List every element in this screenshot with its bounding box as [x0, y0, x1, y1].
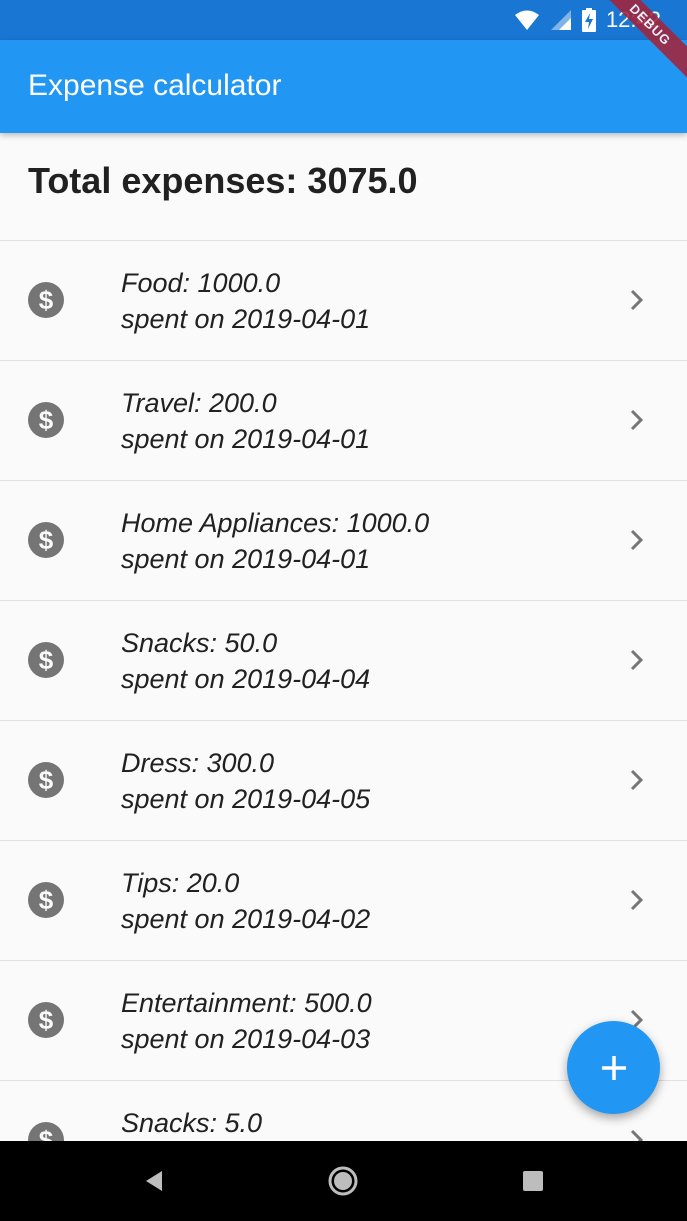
- status-bar: 12:42: [0, 0, 687, 40]
- list-items: $ Food: 1000.0 spent on 2019-04-01 $ Tra…: [0, 240, 687, 1141]
- expense-list-item[interactable]: $ Snacks: 50.0 spent on 2019-04-04: [0, 600, 687, 720]
- dollar-icon: $: [28, 882, 64, 918]
- expense-subtitle: spent on 2019-04-01: [121, 304, 371, 334]
- battery-charging-icon: [581, 8, 596, 32]
- plus-icon: [601, 1055, 626, 1080]
- add-expense-button[interactable]: [567, 1021, 660, 1114]
- expense-subtitle: spent on 2019-04-02: [121, 904, 371, 934]
- app-bar: Expense calculator: [0, 40, 687, 133]
- expense-title: Home Appliances: 1000.0: [121, 508, 430, 538]
- expense-list-item[interactable]: $ Travel: 200.0 spent on 2019-04-01: [0, 360, 687, 480]
- expense-text: Snacks: 5.0: [121, 1105, 262, 1141]
- expense-list-item[interactable]: $ Food: 1000.0 spent on 2019-04-01: [0, 240, 687, 360]
- chevron-right-icon: [630, 649, 644, 671]
- expense-text: Entertainment: 500.0 spent on 2019-04-03: [121, 985, 372, 1057]
- dollar-icon: $: [28, 762, 64, 798]
- chevron-right-icon: [630, 529, 644, 551]
- wifi-icon: [514, 10, 539, 30]
- expense-subtitle: spent on 2019-04-04: [121, 664, 371, 694]
- expense-list-item[interactable]: $ Dress: 300.0 spent on 2019-04-05: [0, 720, 687, 840]
- chevron-right-icon: [630, 289, 644, 311]
- app-title: Expense calculator: [28, 69, 282, 102]
- expense-text: Travel: 200.0 spent on 2019-04-01: [121, 385, 370, 457]
- expense-text: Snacks: 50.0 spent on 2019-04-04: [121, 625, 370, 697]
- total-expenses: Total expenses: 3075.0: [28, 160, 418, 201]
- expense-subtitle: spent on 2019-04-03: [121, 1024, 371, 1054]
- dollar-icon: $: [28, 402, 64, 438]
- expense-text: Food: 1000.0 spent on 2019-04-01: [121, 265, 370, 337]
- expense-title: Snacks: 5.0: [121, 1108, 263, 1138]
- dollar-icon: $: [28, 1002, 64, 1038]
- expense-title: Tips: 20.0: [121, 868, 240, 898]
- expense-subtitle: spent on 2019-04-05: [121, 784, 371, 814]
- expense-list-item[interactable]: $ Home Appliances: 1000.0 spent on 2019-…: [0, 480, 687, 600]
- recents-icon[interactable]: [515, 1163, 551, 1199]
- dollar-icon: $: [28, 282, 64, 318]
- back-icon[interactable]: [136, 1163, 172, 1199]
- dollar-icon: $: [28, 1122, 64, 1141]
- chevron-right-icon: [630, 409, 644, 431]
- expense-title: Snacks: 50.0: [121, 628, 278, 658]
- expense-text: Dress: 300.0 spent on 2019-04-05: [121, 745, 370, 817]
- expense-subtitle: spent on 2019-04-01: [121, 424, 371, 454]
- chevron-right-icon: [630, 769, 644, 791]
- expense-text: Tips: 20.0 spent on 2019-04-02: [121, 865, 370, 937]
- cell-signal-icon: [550, 10, 571, 30]
- dollar-icon: $: [28, 642, 64, 678]
- chevron-right-icon: [630, 889, 644, 911]
- expense-list-item[interactable]: $ Tips: 20.0 spent on 2019-04-02: [0, 840, 687, 960]
- expense-title: Food: 1000.0: [121, 268, 281, 298]
- navigation-bar: [0, 1141, 687, 1221]
- expense-subtitle: spent on 2019-04-01: [121, 544, 371, 574]
- expense-list: $ Food: 1000.0 spent on 2019-04-01 $ Tra…: [0, 240, 687, 1141]
- expense-text: Home Appliances: 1000.0 spent on 2019-04…: [121, 505, 429, 577]
- expense-title: Dress: 300.0: [121, 748, 275, 778]
- chevron-right-icon: [630, 1129, 644, 1141]
- home-icon[interactable]: [325, 1163, 361, 1199]
- expense-title: Entertainment: 500.0: [121, 988, 372, 1018]
- dollar-icon: $: [28, 522, 64, 558]
- expense-title: Travel: 200.0: [121, 388, 277, 418]
